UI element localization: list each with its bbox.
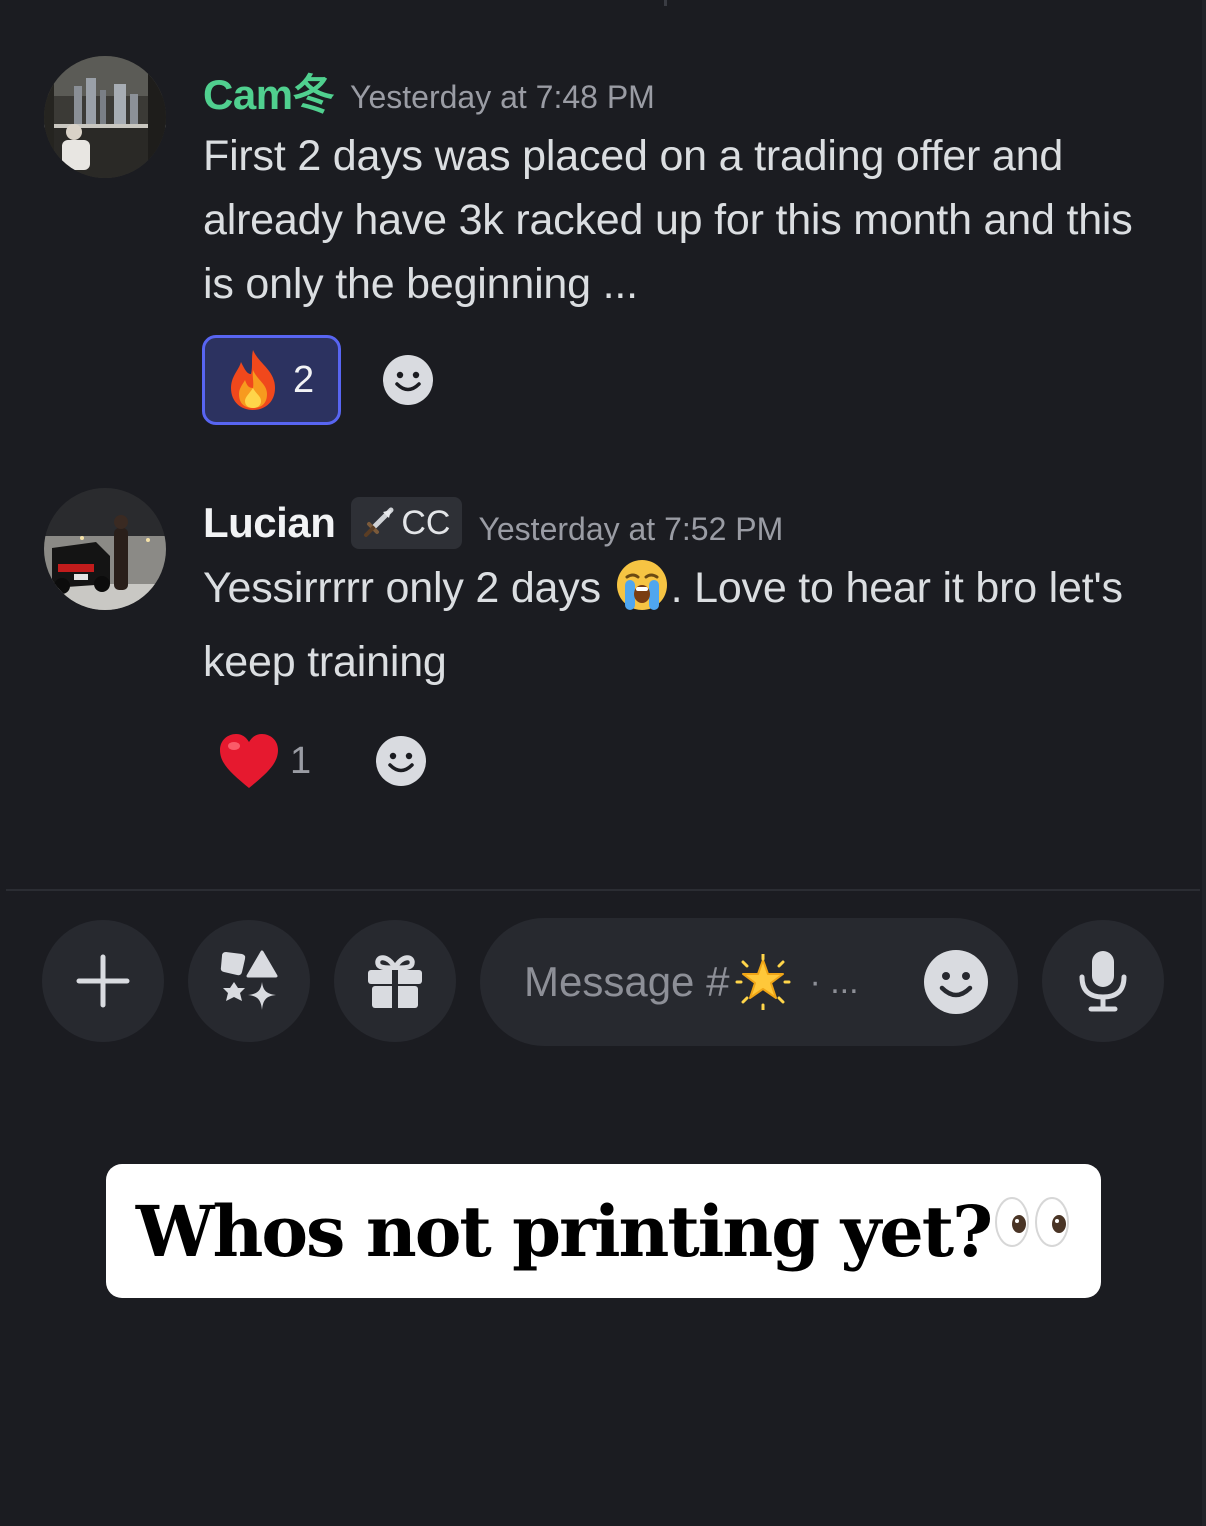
smiley-icon [383,355,433,405]
smiley-icon [924,950,988,1014]
apps-icon [220,950,278,1010]
car-night-photo-avatar [44,488,166,610]
reaction-count: 2 [293,358,315,401]
add-reaction-button[interactable] [374,734,428,788]
caption-overlay: Whos not printing yet? [106,1164,1101,1298]
microphone-icon [1079,951,1127,1012]
placeholder-suffix: · ... [809,962,859,1001]
scroll-indicator [664,0,667,6]
emoji-picker-button[interactable] [922,948,990,1016]
chat-screen: Cam冬 Yesterday at 7:48 PM First 2 days w… [0,0,1206,1526]
composer-divider [6,889,1200,891]
sword-icon [361,506,395,540]
message-header: Lucian CC Yesterday at 7:52 PM [203,497,784,549]
placeholder-prefix: Message # [524,958,730,1005]
crying-face-icon [615,558,669,630]
caption-label: Whos not printing yet? [135,1189,993,1273]
fire-icon [231,350,275,410]
message-text: First 2 days was placed on a trading off… [203,132,1133,308]
username[interactable]: Cam冬 [203,61,335,122]
caption-text: Whos not printing yet? [136,1190,1071,1273]
reactions-bar: 1 [202,716,428,806]
message-text-start: Yessirrrrr only 2 days [203,564,613,612]
city-balcony-photo-avatar [44,56,166,178]
role-tag-label: CC [401,503,451,542]
add-reaction-button[interactable] [381,353,435,407]
message-text: Yessirrrrr only 2 days . Love to hear it… [203,556,1163,694]
reaction-count: 1 [290,739,312,782]
message-placeholder: Message # · ... [524,954,859,1010]
heart-icon [220,734,278,788]
reaction-fire[interactable]: 2 [202,335,341,425]
smiley-icon [376,736,426,786]
eyes-icon [993,1192,1071,1252]
gift-button[interactable] [334,920,456,1042]
glowing-star-icon [735,954,791,1010]
message-composer: Message # · ... [0,918,1206,1046]
plus-icon [76,954,130,1008]
avatar[interactable] [44,488,166,610]
role-tag[interactable]: CC [351,497,463,549]
username[interactable]: Lucian [203,499,336,547]
avatar[interactable] [44,56,166,178]
reaction-heart[interactable]: 1 [202,716,322,806]
apps-button[interactable] [188,920,310,1042]
timestamp: Yesterday at 7:52 PM [478,510,784,547]
gift-icon [368,955,422,1008]
attach-button[interactable] [42,920,164,1042]
voice-message-button[interactable] [1042,920,1164,1042]
message-header: Cam冬 Yesterday at 7:48 PM [203,66,655,118]
reactions-bar: 2 [202,335,435,425]
scrollbar-track[interactable] [1202,0,1206,1526]
timestamp: Yesterday at 7:48 PM [350,78,655,115]
message-input[interactable]: Message # · ... [480,918,1018,1046]
